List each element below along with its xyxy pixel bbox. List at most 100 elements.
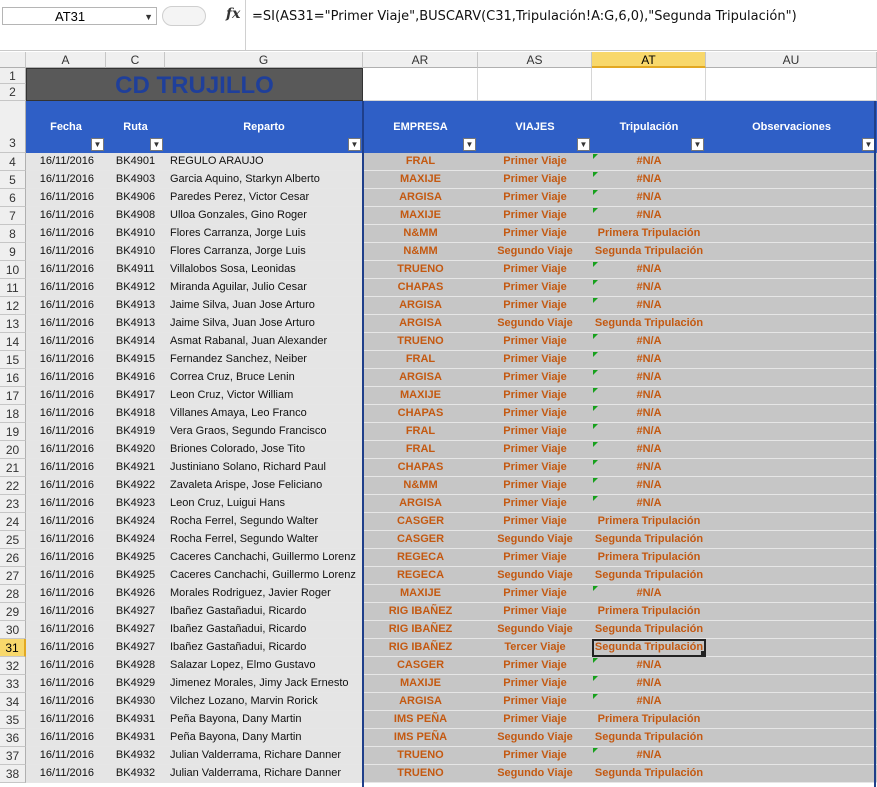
cell-viaje[interactable]: Segundo Viaje bbox=[478, 531, 592, 549]
cell-empresa[interactable]: N&MM bbox=[363, 243, 478, 261]
cell-ruta[interactable]: BK4927 bbox=[106, 639, 165, 657]
cell-observaciones[interactable] bbox=[706, 765, 877, 783]
cell-observaciones[interactable] bbox=[706, 333, 877, 351]
cell-tripulacion[interactable]: #N/A bbox=[592, 585, 706, 603]
cell-ruta[interactable]: BK4908 bbox=[106, 207, 165, 225]
cell-reparto[interactable]: Vera Graos, Segundo Francisco bbox=[165, 423, 363, 441]
cell-ruta[interactable]: BK4921 bbox=[106, 459, 165, 477]
empty-cell[interactable] bbox=[706, 68, 877, 101]
cell-empresa[interactable]: TRUENO bbox=[363, 261, 478, 279]
cell-tripulacion[interactable]: Primera Tripulación bbox=[592, 711, 706, 729]
cell-observaciones[interactable] bbox=[706, 387, 877, 405]
cell-viaje[interactable]: Primer Viaje bbox=[478, 477, 592, 495]
cell-empresa[interactable]: MAXIJE bbox=[363, 675, 478, 693]
cell-fecha[interactable]: 16/11/2016 bbox=[26, 567, 106, 585]
filter-dropdown-icon[interactable]: ▼ bbox=[91, 138, 104, 151]
cell-tripulacion[interactable]: Primera Tripulación bbox=[592, 225, 706, 243]
cell-fecha[interactable]: 16/11/2016 bbox=[26, 675, 106, 693]
cell-ruta[interactable]: BK4903 bbox=[106, 171, 165, 189]
cell-tripulacion[interactable]: Segunda Tripulación bbox=[592, 729, 706, 747]
active-cell[interactable]: Segunda Tripulación bbox=[592, 639, 706, 657]
cell-fecha[interactable]: 16/11/2016 bbox=[26, 495, 106, 513]
cell-tripulacion[interactable]: #N/A bbox=[592, 333, 706, 351]
cell-reparto[interactable]: Peña Bayona, Dany Martin bbox=[165, 729, 363, 747]
cell-fecha[interactable]: 16/11/2016 bbox=[26, 621, 106, 639]
cell-reparto[interactable]: Salazar Lopez, Elmo Gustavo bbox=[165, 657, 363, 675]
cell-fecha[interactable]: 16/11/2016 bbox=[26, 585, 106, 603]
cell-reparto[interactable]: Leon Cruz, Luigui Hans bbox=[165, 495, 363, 513]
cell-empresa[interactable]: RIG IBAÑEZ bbox=[363, 639, 478, 657]
cell-ruta[interactable]: BK4922 bbox=[106, 477, 165, 495]
cell-tripulacion[interactable]: Segunda Tripulación bbox=[592, 567, 706, 585]
cell-tripulacion[interactable]: #N/A bbox=[592, 441, 706, 459]
cell-observaciones[interactable] bbox=[706, 711, 877, 729]
cell-observaciones[interactable] bbox=[706, 603, 877, 621]
cell-empresa[interactable]: IMS PEÑA bbox=[363, 729, 478, 747]
cell-ruta[interactable]: BK4925 bbox=[106, 567, 165, 585]
cell-empresa[interactable]: REGECA bbox=[363, 567, 478, 585]
cell-tripulacion[interactable]: #N/A bbox=[592, 747, 706, 765]
cell-empresa[interactable]: ARGISA bbox=[363, 297, 478, 315]
cell-reparto[interactable]: Flores Carranza, Jorge Luis bbox=[165, 243, 363, 261]
cell-empresa[interactable]: TRUENO bbox=[363, 765, 478, 783]
row-header-34[interactable]: 34 bbox=[0, 693, 26, 711]
cell-tripulacion[interactable]: #N/A bbox=[592, 693, 706, 711]
cell-reparto[interactable]: Ibañez Gastañadui, Ricardo bbox=[165, 621, 363, 639]
cell-viaje[interactable]: Primer Viaje bbox=[478, 549, 592, 567]
cell-fecha[interactable]: 16/11/2016 bbox=[26, 765, 106, 783]
cell-tripulacion[interactable]: Segunda Tripulación bbox=[592, 243, 706, 261]
cell-fecha[interactable]: 16/11/2016 bbox=[26, 441, 106, 459]
chevron-down-icon[interactable]: ▼ bbox=[144, 8, 153, 26]
cell-reparto[interactable]: Leon Cruz, Victor William bbox=[165, 387, 363, 405]
select-all-corner[interactable] bbox=[0, 52, 26, 68]
cell-reparto[interactable]: Asmat Rabanal, Juan Alexander bbox=[165, 333, 363, 351]
cell-empresa[interactable]: ARGISA bbox=[363, 189, 478, 207]
cell-ruta[interactable]: BK4931 bbox=[106, 729, 165, 747]
cell-reparto[interactable]: Ibañez Gastañadui, Ricardo bbox=[165, 639, 363, 657]
formula-bar-handle[interactable] bbox=[162, 6, 206, 26]
cell-empresa[interactable]: CHAPAS bbox=[363, 459, 478, 477]
cell-reparto[interactable]: Caceres Canchachi, Guillermo Lorenz bbox=[165, 567, 363, 585]
empty-cell[interactable] bbox=[478, 68, 592, 101]
cell-reparto[interactable]: Villalobos Sosa, Leonidas bbox=[165, 261, 363, 279]
cell-fecha[interactable]: 16/11/2016 bbox=[26, 693, 106, 711]
cell-observaciones[interactable] bbox=[706, 261, 877, 279]
row-header-32[interactable]: 32 bbox=[0, 657, 26, 675]
cell-viaje[interactable]: Segundo Viaje bbox=[478, 765, 592, 783]
cell-reparto[interactable]: Ulloa Gonzales, Gino Roger bbox=[165, 207, 363, 225]
row-header-31[interactable]: 31 bbox=[0, 639, 26, 657]
cell-tripulacion[interactable]: Segunda Tripulación bbox=[592, 531, 706, 549]
cell-ruta[interactable]: BK4912 bbox=[106, 279, 165, 297]
cell-ruta[interactable]: BK4919 bbox=[106, 423, 165, 441]
row-header-18[interactable]: 18 bbox=[0, 405, 26, 423]
cell-observaciones[interactable] bbox=[706, 207, 877, 225]
cell-empresa[interactable]: MAXIJE bbox=[363, 207, 478, 225]
cell-tripulacion[interactable]: #N/A bbox=[592, 657, 706, 675]
cell-observaciones[interactable] bbox=[706, 621, 877, 639]
cell-viaje[interactable]: Primer Viaje bbox=[478, 189, 592, 207]
cell-viaje[interactable]: Primer Viaje bbox=[478, 495, 592, 513]
cell-ruta[interactable]: BK4901 bbox=[106, 153, 165, 171]
cell-empresa[interactable]: MAXIJE bbox=[363, 171, 478, 189]
cell-tripulacion[interactable]: #N/A bbox=[592, 387, 706, 405]
cell-viaje[interactable]: Segundo Viaje bbox=[478, 729, 592, 747]
cell-observaciones[interactable] bbox=[706, 189, 877, 207]
cell-empresa[interactable]: ARGISA bbox=[363, 369, 478, 387]
cell-fecha[interactable]: 16/11/2016 bbox=[26, 189, 106, 207]
cell-empresa[interactable]: FRAL bbox=[363, 153, 478, 171]
cell-observaciones[interactable] bbox=[706, 639, 877, 657]
cell-tripulacion[interactable]: Segunda Tripulación bbox=[592, 621, 706, 639]
row-header-27[interactable]: 27 bbox=[0, 567, 26, 585]
cell-observaciones[interactable] bbox=[706, 729, 877, 747]
cell-tripulacion[interactable]: #N/A bbox=[592, 279, 706, 297]
filter-dropdown-icon[interactable]: ▼ bbox=[577, 138, 590, 151]
cell-viaje[interactable]: Segundo Viaje bbox=[478, 315, 592, 333]
cell-fecha[interactable]: 16/11/2016 bbox=[26, 225, 106, 243]
cell-reparto[interactable]: Villanes Amaya, Leo Franco bbox=[165, 405, 363, 423]
cell-observaciones[interactable] bbox=[706, 531, 877, 549]
cell-viaje[interactable]: Primer Viaje bbox=[478, 423, 592, 441]
cell-ruta[interactable]: BK4913 bbox=[106, 297, 165, 315]
cell-reparto[interactable]: Justiniano Solano, Richard Paul bbox=[165, 459, 363, 477]
empty-cell[interactable] bbox=[592, 68, 706, 101]
cell-observaciones[interactable] bbox=[706, 495, 877, 513]
